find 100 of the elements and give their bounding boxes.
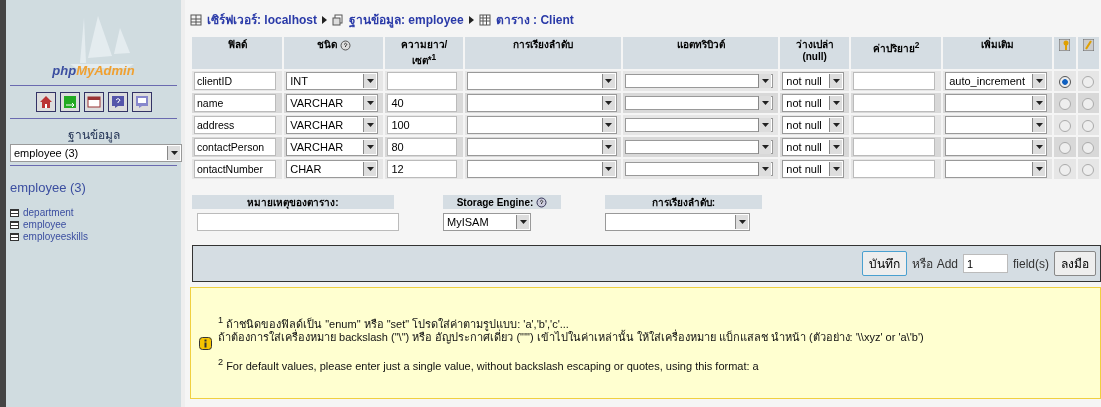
null-select[interactable]: not null	[782, 138, 845, 157]
length-input[interactable]: 80	[387, 138, 458, 157]
type-select[interactable]: CHAR	[286, 160, 379, 179]
index-radio[interactable]	[1082, 119, 1095, 132]
help-icon[interactable]	[107, 92, 128, 112]
caret-icon	[363, 96, 377, 111]
column-header: แอตทริบิวต์	[676, 39, 725, 50]
breadcrumb-link[interactable]: ฐานข้อมูล: employee	[349, 10, 464, 29]
collation-select[interactable]	[466, 94, 617, 113]
column-header: การเรียงลำดับ	[512, 39, 573, 50]
extra-select[interactable]	[945, 138, 1048, 157]
database-heading[interactable]: employee (3)	[10, 180, 177, 195]
field-name-input[interactable]: address	[194, 116, 276, 135]
type-select[interactable]: INT	[286, 72, 379, 91]
caret-icon	[758, 96, 772, 111]
table-icon	[478, 13, 491, 26]
type-select[interactable]: VARCHAR	[286, 116, 379, 135]
help-icon[interactable]	[339, 39, 351, 51]
extra-select[interactable]: auto_increment	[945, 72, 1048, 91]
field-name-input[interactable]: contactPerson	[194, 138, 276, 157]
table-icon[interactable]	[10, 209, 19, 217]
breadcrumb-link[interactable]: เซิร์ฟเวอร์: localhost	[207, 10, 317, 29]
arrow-icon	[468, 15, 474, 24]
column-header: ว่างเปล่า (null)	[795, 39, 834, 62]
table-collation-select[interactable]	[605, 213, 750, 232]
save-button[interactable]: บันทึก	[862, 251, 908, 277]
attribute-select[interactable]	[625, 74, 774, 89]
length-input[interactable]	[387, 72, 458, 91]
index-radio[interactable]	[1082, 163, 1095, 176]
primary-key-radio[interactable]	[1059, 141, 1071, 154]
primary-key-radio[interactable]	[1059, 75, 1071, 88]
attribute-select[interactable]	[625, 118, 774, 133]
caret-icon	[516, 215, 529, 230]
caret-icon	[758, 74, 772, 89]
default-input[interactable]	[852, 94, 935, 113]
engine-label: Storage Engine:	[456, 196, 534, 208]
attribute-select[interactable]	[625, 140, 774, 155]
table-link[interactable]: employeeskills	[23, 231, 89, 243]
field-name-input[interactable]: clientID	[194, 72, 276, 91]
caret-icon	[758, 118, 772, 133]
default-input[interactable]	[852, 72, 935, 91]
null-select[interactable]: not null	[782, 94, 845, 113]
table-icon[interactable]	[10, 221, 19, 229]
default-input[interactable]	[852, 160, 935, 179]
collation-select[interactable]	[466, 160, 617, 179]
sql-icon[interactable]	[83, 92, 104, 112]
caret-icon	[1032, 74, 1046, 89]
caret-icon	[363, 140, 377, 155]
length-input[interactable]: 100	[387, 116, 458, 135]
caret-icon	[1032, 140, 1046, 155]
engine-select[interactable]: MyISAM	[443, 213, 531, 232]
help-icon[interactable]	[536, 196, 548, 208]
type-select[interactable]: VARCHAR	[286, 138, 379, 157]
length-input[interactable]: 12	[387, 160, 458, 179]
table-icon[interactable]	[10, 233, 19, 241]
exit-icon[interactable]	[59, 92, 80, 112]
caret-icon	[363, 74, 377, 89]
database-icon	[332, 13, 344, 26]
default-input[interactable]	[852, 116, 935, 135]
home-icon[interactable]	[35, 92, 56, 112]
attribute-select[interactable]	[625, 162, 774, 177]
type-select[interactable]: VARCHAR	[286, 94, 379, 113]
fields-label: field(s)	[1013, 256, 1049, 271]
comment-input[interactable]	[197, 213, 399, 232]
primary-key-radio[interactable]	[1059, 119, 1071, 132]
breadcrumb-link[interactable]: ตาราง : Client	[495, 10, 574, 29]
primary-key-radio[interactable]	[1059, 97, 1071, 110]
collation-select[interactable]	[466, 72, 617, 91]
column-header: ค่าปริยาย$^{2}$	[872, 43, 920, 55]
logo-text[interactable]: phpMyAdmin	[52, 63, 135, 82]
collation-select[interactable]	[466, 116, 617, 135]
caret-icon	[829, 96, 843, 111]
collation-select[interactable]	[466, 138, 617, 157]
index-radio[interactable]	[1082, 75, 1095, 88]
caret-icon	[601, 140, 615, 155]
default-input[interactable]	[852, 138, 935, 157]
index-radio[interactable]	[1082, 97, 1095, 110]
caret-icon	[1032, 96, 1046, 111]
extra-select[interactable]	[945, 160, 1048, 179]
attribute-select[interactable]	[625, 96, 774, 111]
collation-label: การเรียงลำดับ:	[651, 195, 716, 210]
table-link[interactable]: department	[23, 207, 74, 219]
server-icon	[190, 13, 202, 26]
null-select[interactable]: not null	[782, 116, 845, 135]
index-radio[interactable]	[1082, 141, 1095, 154]
field-name-input[interactable]: name	[194, 94, 276, 113]
caret-icon	[601, 118, 615, 133]
field-name-input[interactable]: ontactNumber	[194, 160, 276, 179]
extra-select[interactable]	[945, 94, 1048, 113]
null-select[interactable]: not null	[782, 72, 845, 91]
go-button[interactable]: ลงมือ	[1054, 251, 1096, 277]
null-select[interactable]: not null	[782, 160, 845, 179]
extra-select[interactable]	[945, 116, 1048, 135]
caret-icon	[758, 162, 772, 177]
database-select[interactable]: employee (3)	[10, 144, 182, 162]
field-count-input[interactable]: 1	[963, 254, 1008, 274]
primary-key-radio[interactable]	[1059, 163, 1071, 176]
query-window-icon[interactable]	[131, 92, 152, 112]
table-link[interactable]: employee	[23, 219, 67, 231]
length-input[interactable]: 40	[387, 94, 458, 113]
